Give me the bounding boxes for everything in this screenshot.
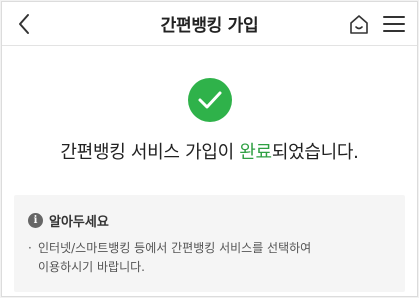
notice-line-1: 인터넷/스마트뱅킹 등에서 간편뱅킹 서비스를 선택하여 [38, 241, 312, 255]
completion-message: 간편뱅킹 서비스 가입이 완료되었습니다. [2, 138, 417, 164]
message-highlight: 완료 [239, 142, 272, 163]
notice-box: i 알아두세요 · 인터넷/스마트뱅킹 등에서 간편뱅킹 서비스를 선택하여 이… [14, 195, 405, 292]
notice-line-2: 이용하시기 바랍니다. [38, 260, 145, 274]
message-text-after: 되었습니다. [271, 142, 359, 163]
menu-button[interactable] [379, 10, 409, 38]
info-icon: i [28, 213, 43, 228]
notice-bullet: · [28, 241, 32, 255]
message-text-before: 간편뱅킹 서비스 가입이 [60, 142, 240, 163]
home-button[interactable] [345, 10, 373, 38]
hamburger-menu-icon [383, 16, 405, 32]
notice-title: 알아두세요 [49, 215, 109, 230]
app-frame: 간편뱅킹 가입 간편뱅킹 서비스 가입이 완료되었습니다. i 알아두세요 · … [1, 1, 418, 297]
notice-body: · 인터넷/스마트뱅킹 등에서 간편뱅킹 서비스를 선택하여 이용하시기 바랍니… [28, 239, 395, 277]
success-check-icon [187, 78, 232, 122]
header-bar: 간편뱅킹 가입 [2, 2, 417, 46]
notice-header: i 알아두세요 [28, 211, 109, 230]
home-icon [350, 15, 368, 34]
